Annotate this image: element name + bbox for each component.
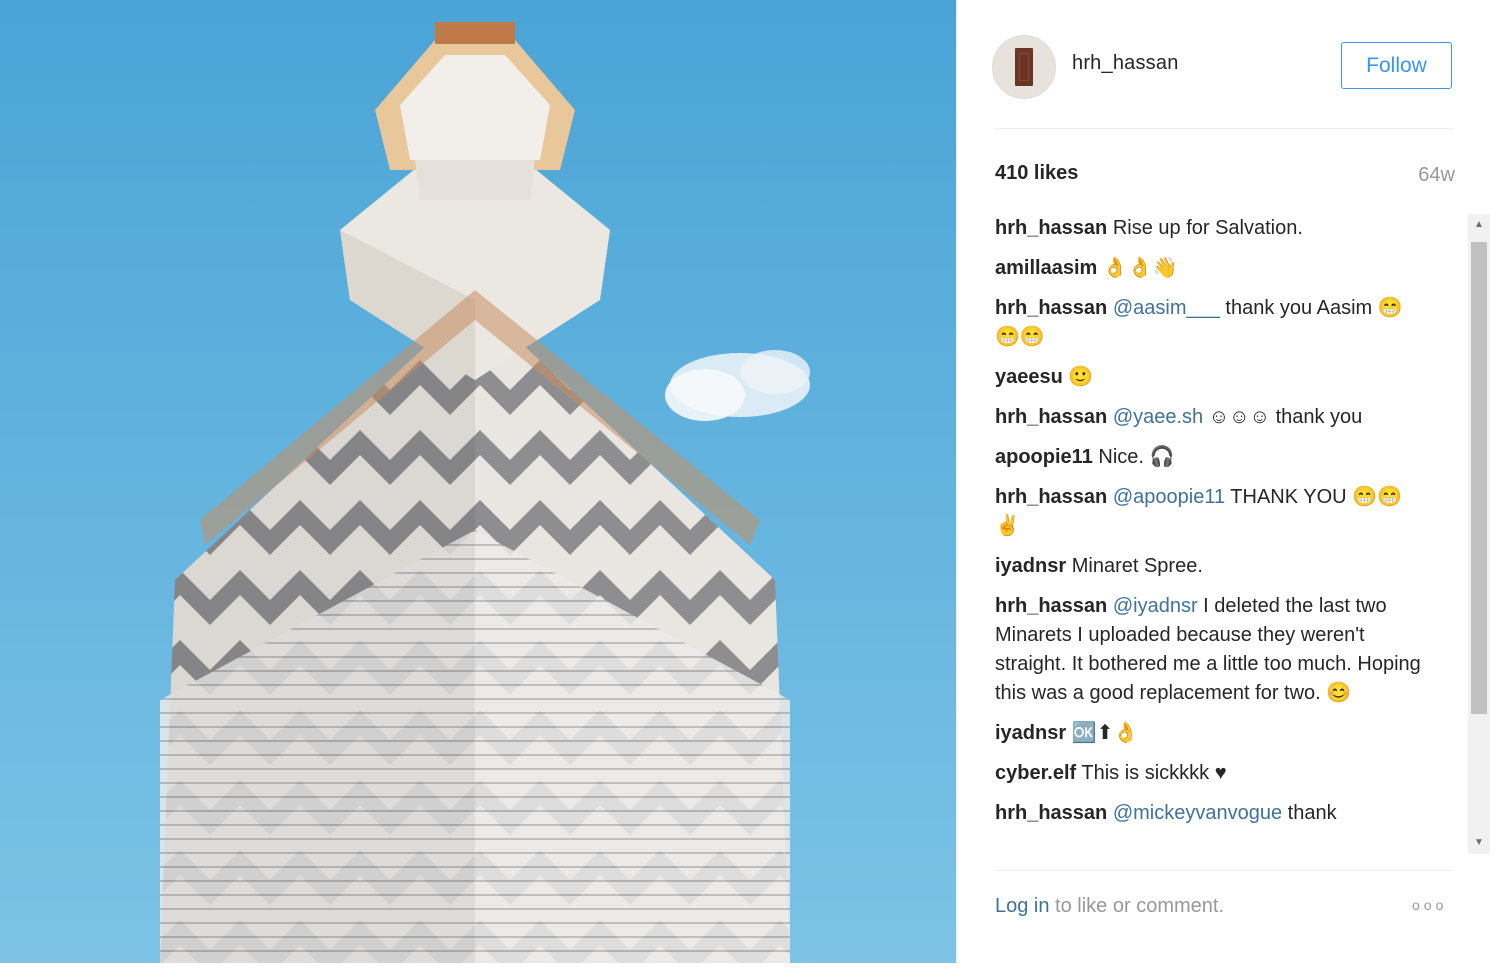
- login-link[interactable]: Log in: [995, 895, 1050, 917]
- comment-item: apoopie11 Nice. 🎧: [995, 443, 1425, 472]
- post-sidebar: hrh_hassan Follow 410 likes 64w hrh_hass…: [956, 0, 1500, 963]
- comment-item: hrh_hassan @yaee.sh ☺☺☺ thank you: [995, 403, 1425, 432]
- comment-text: Rise up for Salvation.: [1112, 217, 1303, 239]
- comment-text: 🆗⬆👌: [1071, 722, 1139, 744]
- comment-item: iyadnsr Minaret Spree.: [995, 552, 1425, 581]
- comment-item: hrh_hassan Rise up for Salvation.: [995, 214, 1425, 243]
- comments-scrollbar[interactable]: ▲ ▼: [1468, 214, 1490, 854]
- comment-username[interactable]: hrh_hassan: [995, 406, 1107, 428]
- comment-item: hrh_hassan @apoopie11 THANK YOU 😁😁✌: [995, 483, 1425, 541]
- comment-username[interactable]: hrh_hassan: [995, 595, 1107, 617]
- scrollbar-thumb[interactable]: [1471, 242, 1487, 714]
- comment-mention[interactable]: @apoopie11: [1113, 486, 1225, 508]
- likes-count[interactable]: 410 likes: [995, 162, 1078, 185]
- comment-item: amillaasim 👌👌👋: [995, 254, 1425, 283]
- comment-mention[interactable]: @mickeyvanvogue: [1113, 802, 1282, 824]
- header-divider: [994, 128, 1454, 129]
- comment-mention[interactable]: @iyadnsr: [1113, 595, 1198, 617]
- comment-item: hrh_hassan @aasim___ thank you Aasim 😁😁😁: [995, 294, 1425, 352]
- comment-item: yaeesu 🙂: [995, 363, 1425, 392]
- comment-text: thank: [1287, 802, 1337, 824]
- scroll-up-arrow-icon[interactable]: ▲: [1468, 214, 1490, 236]
- avatar[interactable]: [992, 35, 1056, 99]
- comment-username[interactable]: hrh_hassan: [995, 802, 1107, 824]
- comment-item: iyadnsr 🆗⬆👌: [995, 719, 1425, 748]
- comment-item: hrh_hassan @iyadnsr I deleted the last t…: [995, 592, 1425, 708]
- comment-text: This is sickkkk ♥: [1081, 762, 1227, 784]
- comment-username[interactable]: apoopie11: [995, 446, 1093, 468]
- comment-username[interactable]: amillaasim: [995, 257, 1097, 279]
- avatar-door-icon: [1015, 48, 1033, 86]
- scroll-down-arrow-icon[interactable]: ▼: [1468, 832, 1490, 854]
- comment-text: ☺☺☺ thank you: [1208, 406, 1363, 428]
- comment-mention[interactable]: @aasim___: [1113, 297, 1220, 319]
- username-link[interactable]: hrh_hassan: [1072, 52, 1179, 75]
- follow-button[interactable]: Follow: [1341, 42, 1452, 89]
- more-options-icon[interactable]: ooo: [1412, 897, 1447, 913]
- comments-list[interactable]: hrh_hassan Rise up for Salvation. amilla…: [995, 214, 1460, 854]
- comment-item: cyber.elf This is sickkkk ♥: [995, 759, 1425, 788]
- minaret-image: [0, 0, 956, 963]
- comment-username[interactable]: hrh_hassan: [995, 486, 1107, 508]
- comment-username[interactable]: cyber.elf: [995, 762, 1076, 784]
- comment-username[interactable]: yaeesu: [995, 366, 1063, 388]
- comment-item: hrh_hassan @mickeyvanvogue thank: [995, 799, 1425, 828]
- comment-text: Nice. 🎧: [1098, 446, 1175, 468]
- comment-text: 👌👌👋: [1102, 257, 1178, 279]
- comment-username[interactable]: hrh_hassan: [995, 217, 1107, 239]
- post-header: hrh_hassan Follow: [957, 0, 1500, 128]
- login-prompt-text: to like or comment.: [1049, 895, 1225, 917]
- comment-username[interactable]: hrh_hassan: [995, 297, 1107, 319]
- comment-username[interactable]: iyadnsr: [995, 555, 1066, 577]
- footer-divider: [994, 870, 1454, 871]
- comment-mention[interactable]: @yaee.sh: [1113, 406, 1203, 428]
- post-photo: [0, 0, 956, 963]
- post-age[interactable]: 64w: [1418, 164, 1455, 187]
- comment-username[interactable]: iyadnsr: [995, 722, 1066, 744]
- comment-text: 🙂: [1068, 366, 1094, 388]
- comment-text: Minaret Spree.: [1071, 555, 1203, 577]
- login-prompt: Log in to like or comment.: [995, 895, 1224, 918]
